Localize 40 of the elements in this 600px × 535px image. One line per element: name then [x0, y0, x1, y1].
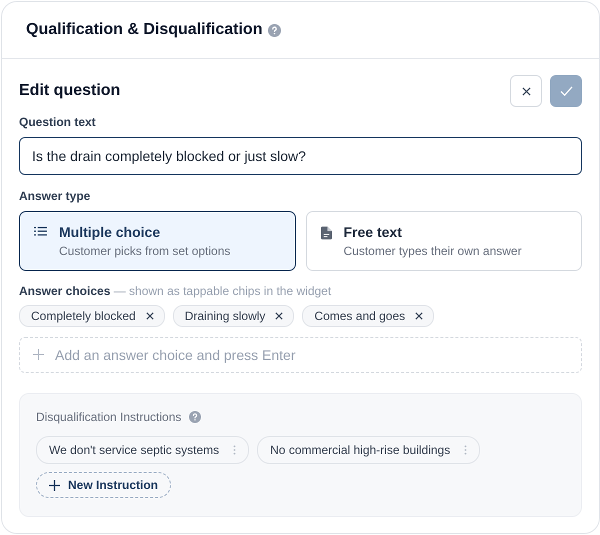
choices-label: Answer choices — shown as tappable chips in the widget — [19, 284, 332, 298]
confirm-button[interactable] — [550, 75, 582, 107]
chip-label: Completely blocked — [31, 309, 136, 323]
close-icon — [522, 86, 530, 96]
plus-icon — [33, 349, 44, 360]
option-description: Customer types their own answer — [344, 244, 522, 258]
plus-icon — [49, 480, 60, 490]
chip-label: Draining slowly — [184, 309, 266, 323]
answer-chip[interactable]: Completely blocked — [19, 305, 165, 327]
panel-title: Qualification & Disqualification — [26, 21, 262, 39]
document-icon — [320, 226, 332, 240]
remove-icon[interactable] — [275, 312, 284, 320]
new-instruction-button[interactable]: New Instruction — [36, 472, 172, 498]
question-input[interactable]: Is the drain completely blocked or just slow? — [19, 137, 582, 175]
option-title: Free text — [344, 224, 403, 240]
cancel-button[interactable] — [510, 75, 542, 107]
chip-label: Comes and goes — [314, 309, 406, 323]
add-choice-field[interactable]: Add an answer choice and press Enter — [19, 337, 582, 373]
answer-type-option[interactable]: Multiple choice Customer picks from set options — [19, 211, 296, 271]
option-description: Customer picks from set options — [59, 244, 230, 258]
instruction-text: We don't service septic systems — [49, 443, 220, 457]
field-label: Question text — [19, 115, 97, 129]
list-icon — [34, 226, 47, 237]
check-icon — [560, 86, 572, 96]
answer-chip[interactable]: Draining slowly — [172, 305, 294, 327]
help-icon[interactable] — [189, 411, 202, 423]
answer-type-option[interactable]: Free text Customer types their own answer — [306, 211, 582, 271]
help-icon[interactable] — [268, 24, 282, 36]
instruction-text: No commercial high-rise buildings — [270, 443, 450, 457]
instruction-chip[interactable]: We don't service septic systems — [36, 436, 250, 464]
answer-chip[interactable]: Comes and goes — [302, 305, 434, 327]
section-title: Disqualification Instructions — [36, 410, 182, 424]
more-icon[interactable] — [464, 445, 468, 455]
remove-icon[interactable] — [415, 312, 424, 320]
more-icon[interactable] — [233, 445, 236, 455]
option-title: Multiple choice — [59, 224, 162, 240]
remove-icon[interactable] — [146, 312, 154, 320]
instruction-chip[interactable]: No commercial high-rise buildings — [257, 436, 480, 464]
editor-title: Edit question — [19, 82, 120, 100]
field-label: Answer type — [19, 189, 92, 203]
